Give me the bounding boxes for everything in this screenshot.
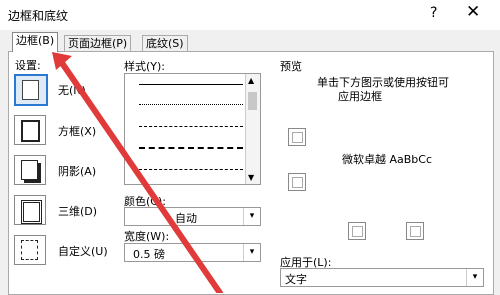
tab-border[interactable]: 边框(B) [12, 32, 59, 52]
annotation-arrow [52, 52, 223, 293]
arrow-shaft [59, 60, 223, 293]
